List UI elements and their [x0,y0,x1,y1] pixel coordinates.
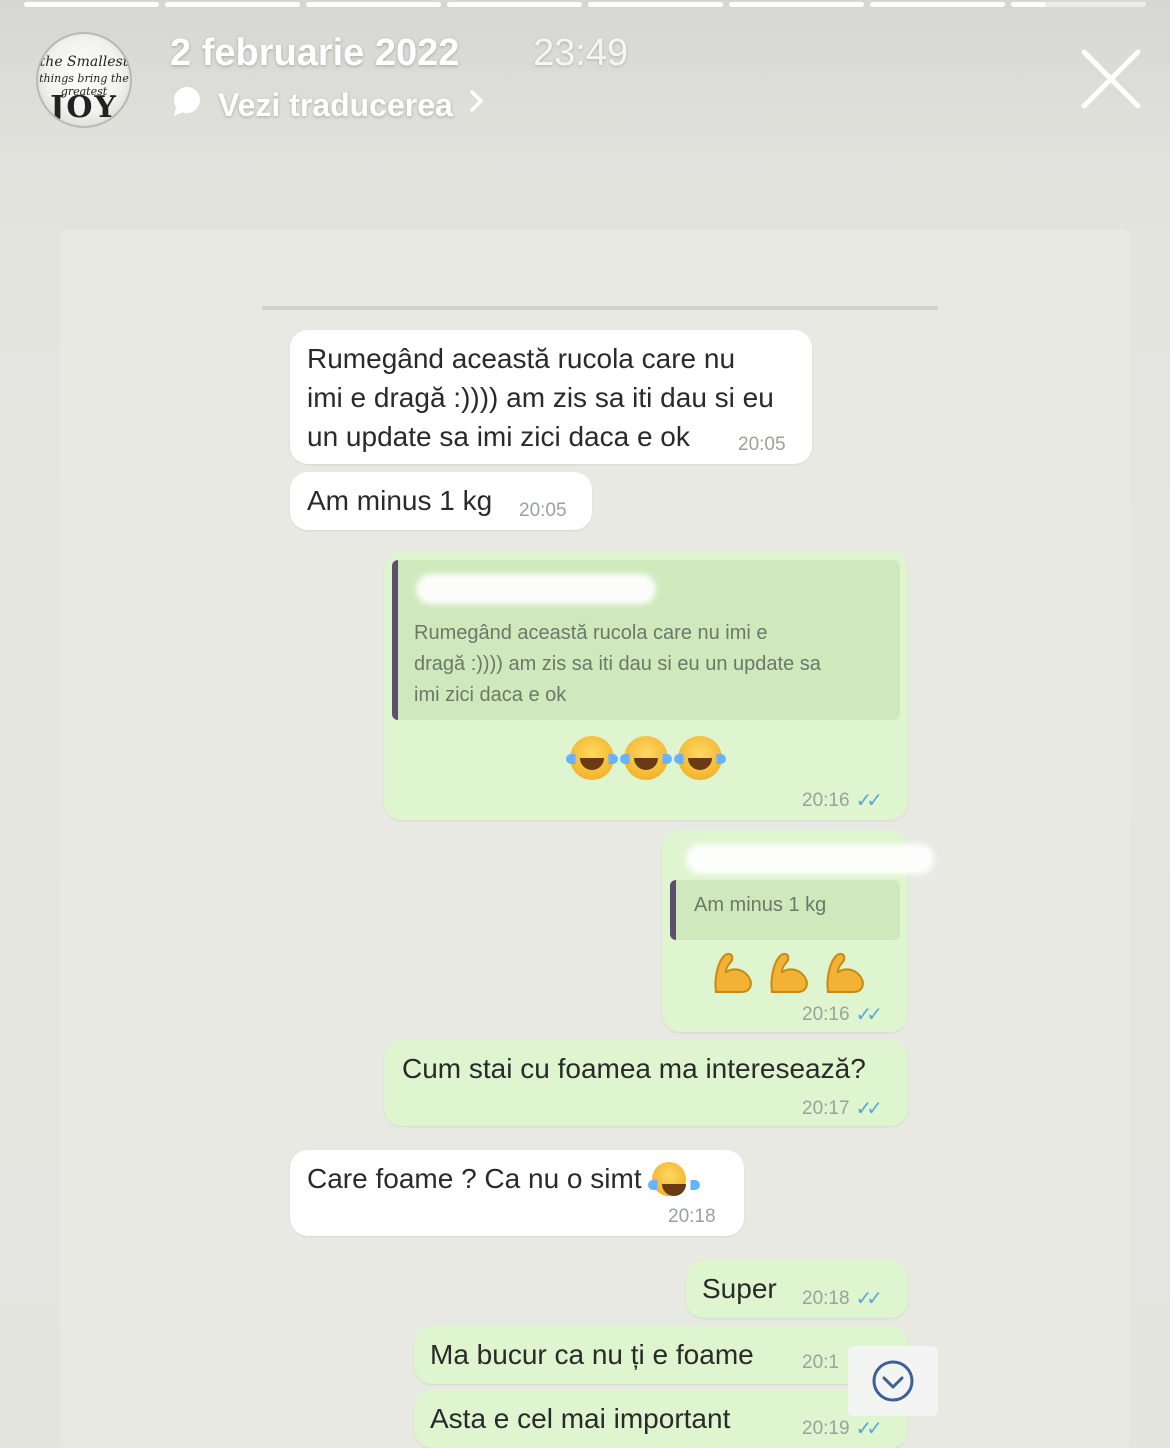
flexed-biceps-emoji [826,952,864,993]
message-bubble-outgoing: Asta e cel mai important 20:19 ✓✓ [414,1390,908,1448]
message-time: 20:18 [668,1206,716,1227]
quoted-message[interactable]: Am minus 1 kg [670,880,900,940]
quoted-line: Rumegând această rucola care nu imi e [414,622,768,644]
message-text: Ma bucur ca nu ți e foame [430,1339,754,1370]
message-text-row: Care foame ? Ca nu o simt [307,1159,700,1198]
laughing-emoji [620,736,672,780]
laughing-emoji [566,736,618,780]
screenshot-top-edge [262,306,938,310]
read-receipt-icon: ✓✓ [855,1418,883,1440]
avatar[interactable]: the Smallest things bring the greatest J… [36,32,132,128]
message-bubble-outgoing: Am minus 1 kg 20:16 ✓✓ [662,830,934,1032]
emoji-row [566,736,726,780]
message-meta: 20:16 ✓✓ [802,788,883,813]
message-time: 20:16 [802,1003,850,1025]
message-text: Care foame ? Ca nu o simt [307,1163,642,1194]
message-bubble-outgoing: Super 20:18 ✓✓ [686,1260,908,1318]
message-text: Cum stai cu foamea ma interesează? [402,1053,866,1084]
laughing-emoji [674,736,726,780]
message-meta: 20:17 ✓✓ [802,1096,883,1121]
close-button[interactable] [1076,44,1146,114]
message-bubble-incoming: Care foame ? Ca nu o simt 20:18 [290,1150,744,1236]
message-text: Asta e cel mai important [430,1403,731,1434]
message-time: 20:18 [802,1287,850,1309]
see-translation-link[interactable]: Vezi traducerea [170,84,487,126]
progress-segment [306,2,441,7]
message-bubble-outgoing: Rumegând această rucola care nu imi e dr… [384,552,908,820]
chat-bubble-icon [170,84,204,126]
avatar-text-line: JOY [50,90,118,125]
progress-segment [870,2,1005,7]
chevron-right-icon [467,86,487,124]
message-text: Super [702,1273,777,1304]
message-line: Rumegând această rucola care nu [307,343,736,374]
message-line: un update sa imi zici daca e ok [307,421,690,452]
progress-segment [588,2,723,7]
progress-segment [1011,2,1146,7]
progress-segment [447,2,582,7]
progress-segment [165,2,300,7]
story-progress [24,2,1146,7]
message-bubble-outgoing: Ma bucur ca nu ți e foame 20:1 [414,1326,908,1384]
avatar-text-line: the Smallest [39,54,129,70]
scroll-down-button[interactable] [848,1346,938,1416]
laughing-emoji [647,1161,700,1196]
redacted-name [686,844,934,874]
message-text: Am minus 1 kg [307,485,493,516]
story-date: 2 februarie 2022 [170,32,460,74]
scroll-down-icon [872,1360,914,1402]
emoji-row [708,948,868,996]
quoted-text: Am minus 1 kg [694,894,827,916]
message-time: 20:1 [802,1352,839,1373]
read-receipt-icon: ✓✓ [855,1288,883,1310]
read-receipt-icon: ✓✓ [855,790,883,812]
close-icon [1081,49,1141,109]
see-translation-label: Vezi traducerea [218,86,453,123]
read-receipt-icon: ✓✓ [855,1004,883,1026]
message-bubble-incoming: Rumegând această rucola care nu imi e dr… [290,330,812,464]
redacted-name [416,574,656,604]
message-line: imi e dragă :)))) am zis sa iti dau si e… [307,382,774,413]
story-time: 23:49 [533,32,629,74]
message-bubble-outgoing: Cum stai cu foamea ma interesează? 20:17… [384,1040,908,1126]
progress-segment [729,2,864,7]
flexed-biceps-emoji [714,952,752,993]
message-time: 20:05 [519,500,567,521]
message-time: 20:17 [802,1097,850,1119]
progress-segment [24,2,159,7]
quoted-message[interactable]: Rumegând această rucola care nu imi e dr… [392,560,900,720]
message-meta: 20:16 ✓✓ [802,1002,883,1027]
message-meta: 20:18 ✓✓ [802,1286,883,1311]
read-receipt-icon: ✓✓ [855,1098,883,1120]
quoted-text: Rumegând această rucola care nu imi e dr… [414,618,821,711]
story-viewer: the Smallest things bring the greatest J… [0,0,1170,1448]
message-bubble-incoming: Am minus 1 kg 20:05 [290,472,592,530]
flexed-biceps-emoji [770,952,808,993]
message-time: 20:16 [802,789,850,811]
quoted-line: dragă :)))) am zis sa iti dau si eu un u… [414,653,821,675]
message-time: 20:05 [738,434,786,455]
quoted-line: imi zici daca e ok [414,684,567,706]
message-text: Rumegând această rucola care nu imi e dr… [307,339,774,456]
message-time: 20:19 [802,1417,850,1439]
message-meta: 20:19 ✓✓ [802,1416,883,1441]
